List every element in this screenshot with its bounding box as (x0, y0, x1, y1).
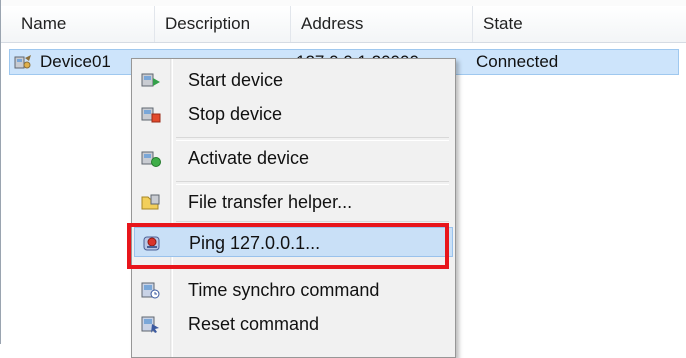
activate-device-icon (141, 151, 161, 167)
menu-item-reset-command[interactable]: Reset command (134, 309, 453, 339)
menu-item-time-synchro-command[interactable]: Time synchro command (134, 275, 453, 305)
column-state[interactable]: State (473, 6, 686, 42)
column-address[interactable]: Address (291, 6, 473, 42)
menu-item-file-transfer-helper[interactable]: File transfer helper... (134, 187, 453, 217)
menu-item-label: Reset command (188, 314, 320, 334)
device-icon (14, 55, 31, 69)
column-header: Name Description Address State (1, 6, 686, 43)
menu-item-label: Time synchro command (188, 280, 380, 300)
menu-item-label: Stop device (188, 104, 283, 124)
start-device-icon (141, 73, 160, 87)
stop-device-icon (141, 107, 161, 123)
menu-item-label: Start device (188, 70, 284, 90)
time-synchro-icon (141, 282, 160, 299)
menu-item-stop-device[interactable]: Stop device (134, 99, 453, 129)
menu-separator (176, 137, 449, 141)
file-transfer-icon (141, 194, 160, 210)
annotation-highlight-box (127, 223, 449, 269)
device-list-window: Name Description Address State Device01 … (0, 0, 686, 358)
reset-icon (141, 316, 159, 333)
menu-item-start-device[interactable]: Start device (134, 65, 453, 95)
column-description[interactable]: Description (155, 6, 291, 42)
menu-item-activate-device[interactable]: Activate device (134, 143, 453, 173)
menu-item-label: Activate device (188, 148, 310, 168)
device-name-cell: Device01 (40, 52, 111, 71)
column-name[interactable]: Name (1, 6, 155, 42)
context-menu: Start device Stop device Activate device (131, 58, 456, 358)
device-state-cell: Connected (476, 52, 559, 71)
menu-item-label: File transfer helper... (188, 192, 353, 212)
menu-separator (176, 181, 449, 185)
